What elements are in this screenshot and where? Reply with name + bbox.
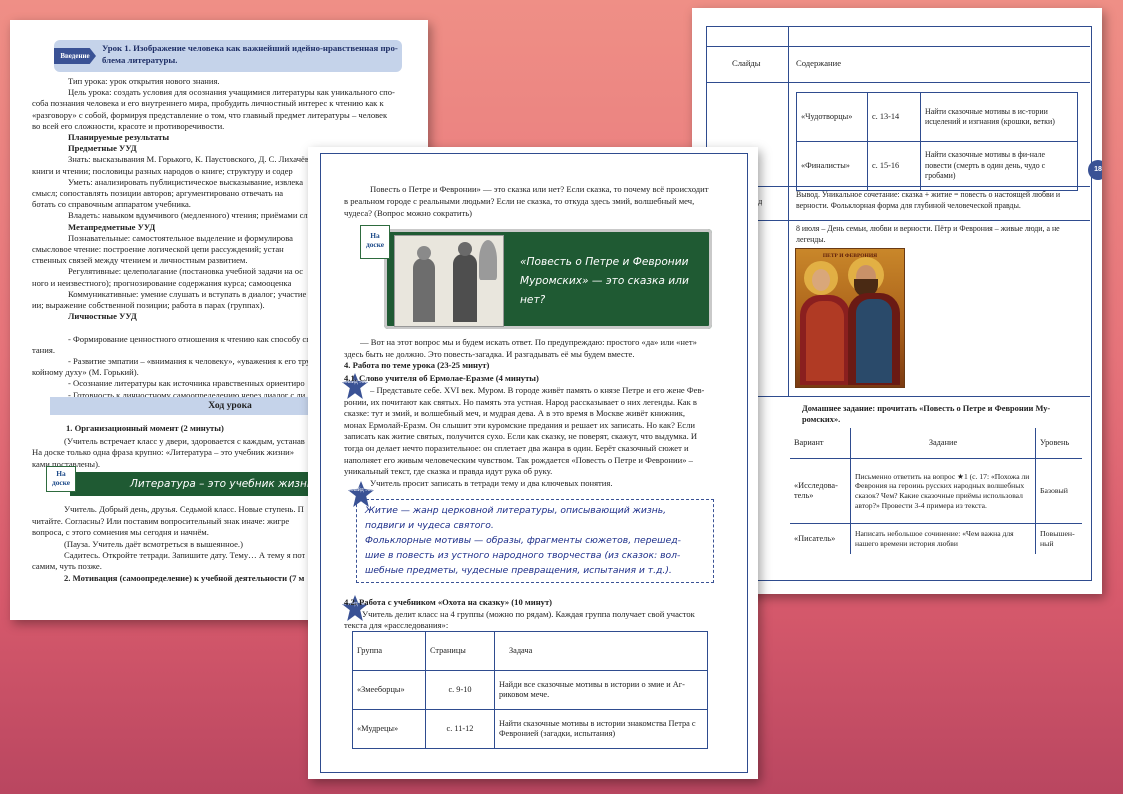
board-label: На доске [360,225,390,259]
org-moment-heading: 1. Организационный момент (2 минуты) [66,423,224,433]
notebook-notes: Житие — жанр церковной литературы, описы… [365,503,681,578]
intro-line: в реальном городе с реальными людьми? Ес… [344,196,695,206]
objective-line: «разговору» с собой, формируя представле… [32,109,388,120]
instruction-line: Учитель делит класс на 4 группы (можно п… [362,609,695,619]
objective-line: Планируемые результаты [68,132,170,142]
org-line: (Пауза. Учитель даёт всмотреться в вышея… [64,538,243,549]
objective-line: Коммуникативные: умение слушать и вступа… [68,288,307,299]
objective-line: ботать со справочным аппаратом учебника. [32,199,191,210]
groups-table: Группа Страницы Задача «Змееборцы» с. 9-… [352,631,708,749]
objective-line: во всей его сложности, красоте и противо… [32,120,225,131]
objective-line: Личностные УУД [68,311,137,322]
objective-line: Познавательные: самостоятельное выделени… [68,232,293,243]
objective-line: смысловое чтение: построение логической … [32,244,284,254]
table-row: «Чудотворцы» с. 13-14 Найти сказочные мо… [796,92,1078,142]
lesson-page-2: Повесть о Петре и Февронии» — это сказка… [308,147,758,779]
table-row: «Исследова-тель» Письменно ответить на в… [790,458,1082,524]
objective-line: тания. [32,344,55,355]
story-line: ронии, их почитают как святых. Но память… [344,396,697,407]
table-row: «Писатель» Написать небольшое сочинение:… [790,523,1082,554]
story-line: монах Ермолай-Еразм. Он слышит эти куром… [344,419,695,430]
objective-line: Тип урока: урок открытия нового знания. [68,76,220,86]
story-line: Учитель просит записать в тетради тему и… [370,477,613,488]
objective-line: - Развитие эмпатии – «внимания к человек… [68,356,311,366]
objective-line: Цель урока: создать условия для осознани… [68,87,395,98]
conclusion-text: Вывод. Уникальное сочетание: сказка + жи… [796,190,1061,210]
story-line: сказке: тут и змий, и волшебный меч, и м… [344,408,686,419]
objective-line: койному духу» (М. Горький). [32,367,139,378]
col-slides-header: Слайды [732,58,761,68]
org-line: самим, чуть позже. [32,561,102,572]
saints-icon-image: ПЕТР И ФЕВРОНИЯ [795,248,905,388]
textbook-heading: 4.2. Работа с учебником «Охота на сказку… [344,597,553,607]
lesson-title-line-2: блема литературы. [102,55,178,65]
objective-line: ии; выражение собственной позиции; работ… [32,300,265,310]
homework-table: Вариант Задание Уровень «Исследова-тель»… [790,428,1082,554]
table-row: «Змееборцы» с. 9-10 Найди все сказочные … [352,670,708,710]
notebook-line: подвиги и чудеса святого. [365,520,494,531]
objective-line: смысл; сопоставлять позиции авторов; арг… [32,188,284,198]
org-line: читайте. Согласны? Или поставим вопросит… [32,515,290,526]
story-line: уникальный текст, где сказка и правда ид… [344,466,553,477]
lesson-title-line-1: Урок 1. Изображение человека как важнейш… [102,43,398,53]
objective-line: книги и чтении; пословицы разных народов… [32,165,293,176]
board-panel: «Повесть о Петре и Февронии Муромских» —… [384,229,712,329]
followup-line: — Вот на этот вопрос мы и будем искать о… [360,337,697,347]
org-line: (Учитель встречает класс у двери, здоров… [64,436,305,446]
objective-line: - Осознание литературы как источника нра… [68,378,305,389]
work-heading: 4. Работа по теме урока (23-25 минут) [344,360,490,370]
notebook-box: Житие — жанр церковной литературы, описы… [356,499,714,583]
board-question-text: «Повесть о Петре и Февронии Муромских» —… [520,256,689,306]
story-line: наполняет его живым человеческим чувство… [344,454,693,465]
followup-line: здесь быть не должно. Это повесть-загадк… [344,348,635,359]
col-content-header: Содержание [796,58,842,68]
table-row: Вариант Задание Уровень [790,428,1082,459]
org-line: Учитель. Добрый день, друзья. Седьмой кл… [64,504,304,515]
objective-line: ственных связей между чтением и личностн… [32,255,248,266]
intro-tag: Введение [54,48,96,64]
objective-line: ного и неизвестного); прогнозирование со… [32,277,292,288]
intro-line: чудеса? (Вопрос можно сократить) [344,208,473,218]
notebook-line: шебные предметы, чудесные превращения, и… [365,565,672,576]
org-line: Садитесь. Откройте тетради. Запишите дат… [64,550,306,560]
instruction-line: текста для «расследования»: [344,620,449,630]
teacher-heading-text: 4.1. Слово учителя об Ермолае-Еразме (4 … [344,373,539,383]
page-number-18: 18 [1088,160,1102,180]
fragment-letter: д [758,196,763,206]
notebook-line: Фольклорные мотивы — образы, фрагменты с… [365,535,681,546]
story-line: тогда он делает нечто поразительное: он … [344,443,689,453]
objective-line: Владеть: навыком вдумчивого (медленного)… [68,210,308,221]
engraving-illustration [394,235,504,327]
org-line: вопроса, с этого сомнения мы сегодня и н… [32,527,209,538]
objective-line: Знать: высказывания М. Горького, К. Паус… [68,154,309,165]
notebook-line: шие в повесть из устного народного творч… [365,550,681,561]
homework-heading: Домашнее задание: прочитать «Повесть о П… [802,404,1051,424]
org-line: На доске только одна фраза крупно: «Лите… [32,447,295,458]
groups-table-continued: «Чудотворцы» с. 13-14 Найти сказочные мо… [796,92,1078,191]
notebook-line: Житие — жанр церковной литературы, описы… [365,505,667,516]
board-label: На доске [46,466,76,492]
objective-line: Предметные УУД [68,143,137,154]
table-row: «Мудрецы» с. 11-12 Найти сказочные мотив… [352,709,708,749]
table-row: «Финалисты» с. 15-16 Найти сказочные мот… [796,141,1078,191]
intro-line: Повесть о Петре и Февронии» — это сказка… [370,184,709,194]
objective-line: - Формирование ценностного отношения к ч… [68,333,311,344]
table-row: Группа Страницы Задача [352,631,708,671]
objective-line: Уметь: анализировать публицистическое вы… [68,176,304,187]
org-line: 2. Мотивация (самоопределение) к учебной… [64,572,305,583]
objective-line: Регулятивные: целеполагание (постановка … [68,266,304,277]
story-line: – Представьте себе. XVI век. Муром. В го… [370,385,705,395]
objective-line: соба познания человека и его внутреннего… [32,98,384,109]
objective-line: Метапредметные УУД [68,221,156,232]
story-line: записать как житие святых, получится сух… [344,431,698,442]
family-day-text: 8 июля – День семьи, любви и верности. П… [796,224,1060,244]
